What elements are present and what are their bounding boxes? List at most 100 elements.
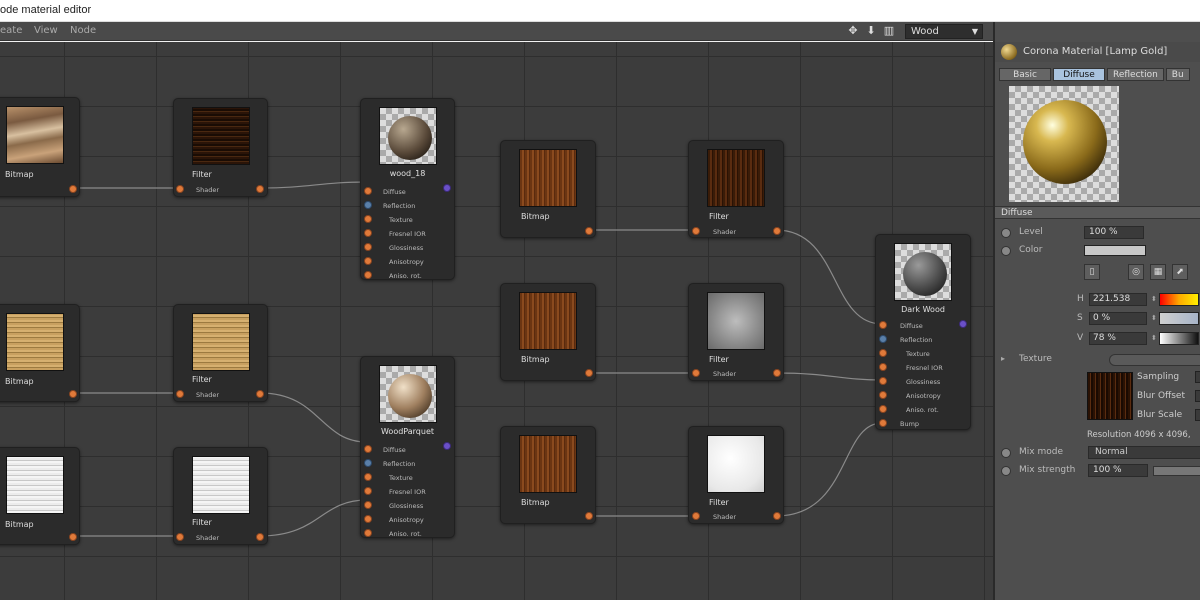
menu-create[interactable]: eate — [0, 25, 22, 36]
input-port-reflection[interactable] — [879, 335, 887, 343]
level-field[interactable]: 100 % — [1084, 226, 1144, 239]
value-slider[interactable] — [1159, 332, 1199, 345]
node-filter[interactable]: Filter Shader — [688, 283, 784, 381]
node-filter[interactable]: Filter Shader — [173, 304, 268, 402]
input-port-anisotropy[interactable] — [364, 515, 372, 523]
node-material-darkwood[interactable]: Dark Wood Diffuse Reflection Texture Fre… — [875, 234, 971, 430]
sampling-field[interactable] — [1195, 371, 1200, 383]
output-port[interactable] — [69, 185, 77, 193]
node-bitmap[interactable]: Bitmap — [0, 447, 80, 545]
node-bitmap[interactable]: Bitmap — [500, 140, 596, 238]
expand-triangle-icon[interactable]: ▸ — [1001, 354, 1005, 363]
output-port[interactable] — [773, 369, 781, 377]
input-port-glossiness[interactable] — [879, 377, 887, 385]
input-port[interactable] — [692, 369, 700, 377]
blur-offset-label: Blur Offset — [1137, 391, 1185, 401]
output-port[interactable] — [69, 533, 77, 541]
input-port[interactable] — [176, 185, 184, 193]
output-port[interactable] — [773, 512, 781, 520]
input-port-aniso-rot[interactable] — [364, 271, 372, 279]
animate-dot-icon[interactable] — [1001, 466, 1011, 476]
input-port-fresnel[interactable] — [364, 229, 372, 237]
color-wheel-icon[interactable]: ◎ — [1128, 264, 1144, 280]
input-port-texture[interactable] — [364, 473, 372, 481]
input-port-anisotropy[interactable] — [879, 391, 887, 399]
mix-strength-field[interactable]: 100 % — [1088, 464, 1148, 477]
animate-dot-icon[interactable] — [1001, 246, 1011, 256]
node-material-wood18[interactable]: wood_18 Diffuse Reflection Texture Fresn… — [360, 98, 455, 280]
input-port-diffuse[interactable] — [364, 445, 372, 453]
output-port[interactable] — [585, 512, 593, 520]
input-port-anisotropy[interactable] — [364, 257, 372, 265]
node-canvas[interactable]: Bitmap Bitmap Bitmap Filter Shader Filte… — [0, 42, 993, 600]
color-swatch[interactable] — [1084, 245, 1146, 256]
node-filter[interactable]: Filter Shader — [688, 426, 784, 524]
node-filter[interactable]: Filter Shader — [173, 447, 268, 545]
output-port[interactable] — [773, 227, 781, 235]
move-icon[interactable]: ✥ — [846, 24, 860, 38]
eyedropper-icon[interactable]: ⬈ — [1172, 264, 1188, 280]
input-port[interactable] — [176, 390, 184, 398]
layout-icon[interactable]: ▥ — [882, 24, 896, 38]
input-port-fresnel[interactable] — [879, 363, 887, 371]
output-port[interactable] — [256, 185, 264, 193]
input-port-glossiness[interactable] — [364, 501, 372, 509]
input-port-texture[interactable] — [364, 215, 372, 223]
input-port-reflection[interactable] — [364, 201, 372, 209]
output-port[interactable] — [443, 184, 451, 192]
output-port[interactable] — [585, 227, 593, 235]
output-port[interactable] — [69, 390, 77, 398]
input-port[interactable] — [692, 227, 700, 235]
node-bitmap[interactable]: Bitmap — [0, 304, 80, 402]
animate-dot-icon[interactable] — [1001, 448, 1011, 458]
node-bitmap[interactable]: Bitmap — [500, 283, 596, 381]
spectrum-icon[interactable]: ▯ — [1084, 264, 1100, 280]
value-field[interactable]: 78 % — [1089, 332, 1147, 345]
menu-node[interactable]: Node — [70, 25, 96, 36]
input-port-aniso-rot[interactable] — [879, 405, 887, 413]
hue-slider[interactable] — [1159, 293, 1199, 306]
output-port[interactable] — [443, 442, 451, 450]
node-material-woodparquet[interactable]: WoodParquet Diffuse Reflection Texture F… — [360, 356, 455, 538]
input-port[interactable] — [176, 533, 184, 541]
saturation-slider[interactable] — [1159, 312, 1199, 325]
tab-bump[interactable]: Bu — [1165, 68, 1190, 81]
hue-field[interactable]: 221.538 — [1089, 293, 1147, 306]
input-port-aniso-rot[interactable] — [364, 529, 372, 537]
download-icon[interactable]: ⬇ — [864, 24, 878, 38]
tab-basic[interactable]: Basic — [999, 68, 1051, 81]
input-port-reflection[interactable] — [364, 459, 372, 467]
tab-diffuse[interactable]: Diffuse — [1053, 68, 1105, 81]
stepper-icon[interactable]: ⬍ — [1151, 334, 1157, 342]
input-port-diffuse[interactable] — [879, 321, 887, 329]
output-port[interactable] — [959, 320, 967, 328]
tab-reflection[interactable]: Reflection — [1107, 68, 1164, 81]
node-filter[interactable]: Filter Shader — [173, 98, 268, 197]
texture-thumbnail[interactable] — [1087, 372, 1133, 420]
blur-scale-field[interactable] — [1195, 409, 1200, 421]
input-port-bump[interactable] — [879, 419, 887, 427]
stepper-icon[interactable]: ⬍ — [1151, 314, 1157, 322]
output-port[interactable] — [256, 390, 264, 398]
texture-slot[interactable] — [1109, 354, 1200, 366]
picture-icon[interactable]: ▦ — [1150, 264, 1166, 280]
node-filter[interactable]: Filter Shader — [688, 140, 784, 238]
mix-mode-select[interactable]: Normal — [1088, 446, 1200, 459]
node-bitmap[interactable]: Bitmap — [0, 97, 80, 197]
output-port[interactable] — [585, 369, 593, 377]
mix-strength-slider[interactable] — [1153, 466, 1200, 476]
input-port-fresnel[interactable] — [364, 487, 372, 495]
menu-view[interactable]: View — [34, 25, 58, 36]
attributes-panel: Corona Material [Lamp Gold] Basic Diffus… — [993, 22, 1200, 600]
stepper-icon[interactable]: ⬍ — [1151, 295, 1157, 303]
input-port-diffuse[interactable] — [364, 187, 372, 195]
input-port-texture[interactable] — [879, 349, 887, 357]
blur-offset-field[interactable] — [1195, 390, 1200, 402]
input-port[interactable] — [692, 512, 700, 520]
saturation-field[interactable]: 0 % — [1089, 312, 1147, 325]
input-port-glossiness[interactable] — [364, 243, 372, 251]
material-select[interactable]: Wood ▼ — [905, 24, 983, 39]
output-port[interactable] — [256, 533, 264, 541]
animate-dot-icon[interactable] — [1001, 228, 1011, 238]
node-bitmap[interactable]: Bitmap — [500, 426, 596, 524]
